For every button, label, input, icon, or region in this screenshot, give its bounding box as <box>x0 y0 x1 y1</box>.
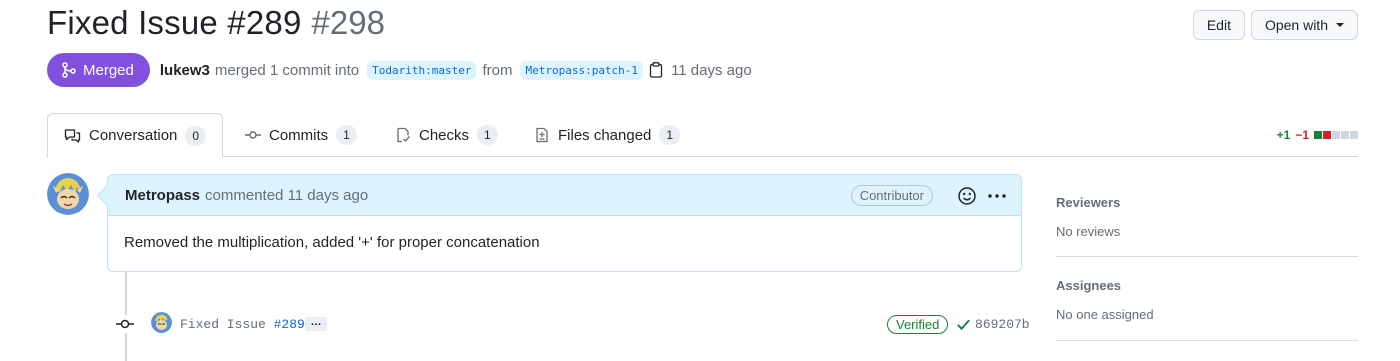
comment-header: Metropass commented 11 days ago Contribu… <box>108 175 1021 216</box>
base-branch[interactable]: Todarith:master <box>367 60 477 80</box>
header-actions: Edit Open with <box>1192 10 1358 40</box>
comment-timestamp[interactable]: commented 11 days ago <box>205 187 368 204</box>
edit-button[interactable]: Edit <box>1192 10 1245 40</box>
sidebar-divider <box>1056 256 1358 257</box>
open-with-button[interactable]: Open with <box>1250 10 1358 40</box>
tab-counter: 1 <box>477 125 498 145</box>
checklist-icon <box>397 127 411 143</box>
state-badge: Merged <box>47 53 150 87</box>
comment-actions: Contributor <box>850 175 1007 216</box>
merge-time: 11 days ago <box>671 61 752 79</box>
assignees-heading[interactable]: Assignees <box>1056 278 1358 293</box>
sidebar-divider <box>1056 340 1358 341</box>
issue-link[interactable]: #289 <box>274 317 305 332</box>
comment-discussion-icon <box>64 128 81 143</box>
tab-commits[interactable]: Commits 1 <box>229 113 373 157</box>
tab-label: Checks <box>419 126 470 144</box>
avatar[interactable] <box>47 173 89 215</box>
verified-badge[interactable]: Verified <box>887 315 949 334</box>
assignees-value: No one assigned <box>1056 307 1154 322</box>
open-with-label: Open with <box>1264 17 1328 33</box>
pr-tabs: Conversation 0 Commits 1 Checks 1 Files … <box>47 113 1358 158</box>
copy-icon[interactable] <box>649 62 663 78</box>
head-branch[interactable]: Metropass:patch-1 <box>520 60 644 80</box>
comment-box: Metropass commented 11 days ago Contribu… <box>107 174 1022 272</box>
reviewers-value: No reviews <box>1056 224 1121 239</box>
file-diff-icon <box>536 127 548 143</box>
commit-message[interactable]: Fixed Issue #289 <box>180 317 305 332</box>
diff-deletions: −1 <box>1295 128 1309 142</box>
diff-square-added <box>1314 131 1322 139</box>
diff-square-neutral <box>1350 131 1358 139</box>
commit-message-text: Fixed Issue <box>180 317 274 332</box>
git-commit-icon <box>116 315 134 338</box>
smiley-icon[interactable] <box>957 186 977 206</box>
git-merge-icon <box>62 62 76 78</box>
tab-checks[interactable]: Checks 1 <box>379 113 514 157</box>
diffstat: +1 −1 <box>1277 128 1358 142</box>
merger-link[interactable]: lukew3 <box>160 62 210 79</box>
role-badge: Contributor <box>850 185 933 206</box>
state-label: Merged <box>83 61 134 79</box>
expand-commit-button[interactable]: … <box>305 317 327 331</box>
check-icon <box>957 319 970 331</box>
tab-counter: 0 <box>185 125 207 146</box>
pr-number: #298 <box>311 4 385 41</box>
tab-counter: 1 <box>659 125 681 145</box>
from-label: from <box>482 61 513 79</box>
diff-square-neutral <box>1341 131 1349 139</box>
sidebar-assignees: Assignees No one assigned <box>1056 278 1358 322</box>
pr-meta: Merged lukew3 merged 1 commit into Todar… <box>47 53 754 87</box>
tab-label: Conversation <box>89 127 178 144</box>
tab-counter: 1 <box>336 125 357 145</box>
diff-additions: +1 <box>1276 128 1291 142</box>
git-commit-icon <box>245 131 261 139</box>
tab-files-changed[interactable]: Files changed 1 <box>518 113 696 157</box>
tab-label: Files changed <box>558 126 652 144</box>
merge-description: merged 1 commit into <box>214 61 360 79</box>
sidebar-reviewers: Reviewers No reviews <box>1056 195 1358 239</box>
caret-down-icon <box>1336 23 1344 27</box>
tab-conversation[interactable]: Conversation 0 <box>47 113 224 158</box>
tab-label: Commits <box>269 126 329 144</box>
commit-author-avatar[interactable] <box>151 312 172 333</box>
comment-body: Removed the multiplication, added '+' fo… <box>124 234 540 251</box>
diff-square-deleted <box>1323 131 1331 139</box>
diff-square-neutral <box>1332 131 1340 139</box>
comment-author[interactable]: Metropass <box>125 187 200 204</box>
reviewers-heading[interactable]: Reviewers <box>1056 195 1358 210</box>
pr-title: Fixed Issue #289 <box>47 4 302 41</box>
sha-text: 869207b <box>975 317 1030 332</box>
pr-title-row: Fixed Issue #289 #298 <box>47 4 385 42</box>
kebab-horizontal-icon[interactable] <box>987 186 1007 206</box>
commit-sha[interactable]: 869207b <box>956 317 1030 332</box>
